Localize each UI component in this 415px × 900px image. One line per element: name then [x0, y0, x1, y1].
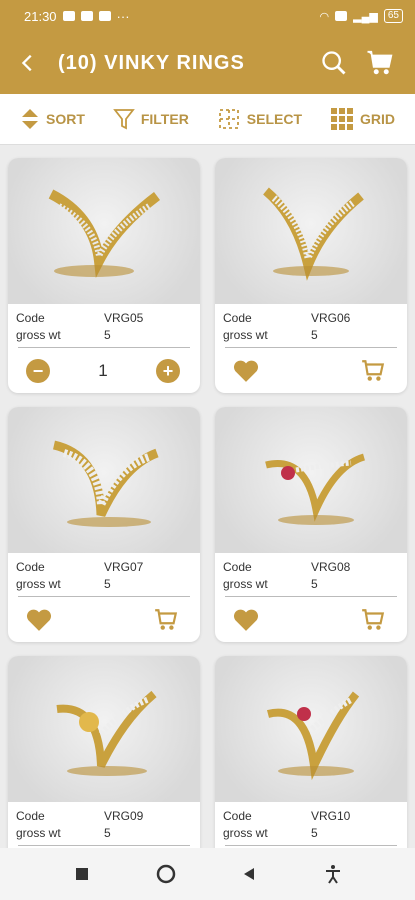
add-to-cart-icon[interactable] — [152, 607, 180, 633]
grid-button[interactable]: GRID — [330, 107, 395, 131]
product-code: VRG10 — [311, 808, 351, 823]
back-icon[interactable] — [234, 859, 264, 889]
home-icon[interactable] — [151, 859, 181, 889]
code-label: Code — [223, 808, 252, 823]
volte-icon — [335, 11, 348, 21]
filter-button[interactable]: FILTER — [113, 107, 189, 131]
more-notifications-icon: ··· — [116, 8, 130, 24]
system-navigation-bar — [0, 848, 415, 900]
product-image[interactable] — [8, 407, 200, 553]
app-icon — [98, 11, 111, 21]
gross-weight-value: 5 — [104, 327, 111, 342]
back-arrow-icon[interactable] — [8, 43, 48, 83]
wishlist-heart-icon[interactable] — [233, 608, 259, 632]
gross-weight-value: 5 — [311, 576, 318, 591]
gross-weight-label: gross wt — [16, 327, 61, 342]
product-code: VRG05 — [104, 310, 144, 325]
increase-quantity-button[interactable]: + — [156, 358, 180, 383]
notification-icon — [62, 11, 75, 21]
product-code: VRG08 — [311, 559, 351, 574]
battery-icon: 65 — [383, 9, 403, 23]
code-label: Code — [223, 310, 252, 325]
grid-label: GRID — [359, 111, 395, 127]
product-code: VRG09 — [104, 808, 144, 823]
product-image[interactable] — [215, 407, 407, 553]
gross-weight-label: gross wt — [223, 576, 268, 591]
status-bar: 21:30 ··· ◠ ▂▄▆ 65 — [0, 0, 415, 32]
product-image[interactable] — [215, 656, 407, 802]
code-label: Code — [223, 559, 252, 574]
product-image[interactable] — [215, 158, 407, 304]
product-grid: Code VRG05 gross wt 5 − 1 + Code VRG06 gros… — [8, 158, 408, 891]
product-card[interactable]: Code VRG05 gross wt 5 − 1 + — [8, 158, 200, 393]
product-code: VRG06 — [311, 310, 351, 325]
gross-weight-label: gross wt — [16, 825, 61, 840]
wishlist-heart-icon[interactable] — [233, 359, 259, 383]
add-to-cart-icon[interactable] — [359, 358, 387, 384]
quantity-value: 1 — [98, 360, 108, 380]
youtube-icon — [80, 11, 93, 21]
product-card[interactable]: Code VRG07 gross wt 5 — [8, 407, 200, 642]
sort-label: SORT — [45, 111, 85, 127]
product-image[interactable] — [8, 656, 200, 802]
gross-weight-value: 5 — [104, 576, 111, 591]
gross-weight-label: gross wt — [223, 327, 268, 342]
product-image[interactable] — [8, 158, 200, 304]
code-label: Code — [16, 310, 45, 325]
accessibility-icon[interactable] — [318, 859, 348, 889]
gross-weight-label: gross wt — [223, 825, 268, 840]
add-to-cart-icon[interactable] — [359, 607, 387, 633]
product-code: VRG07 — [104, 559, 144, 574]
grid-icon — [330, 108, 353, 130]
product-card[interactable]: Code VRG08 gross wt 5 — [215, 407, 407, 642]
divider — [225, 845, 397, 846]
sort-button[interactable]: SORT — [20, 107, 85, 131]
cart-icon[interactable] — [357, 40, 403, 86]
divider — [18, 845, 190, 846]
gross-weight-value: 5 — [311, 327, 318, 342]
select-icon — [218, 109, 239, 129]
code-label: Code — [16, 808, 45, 823]
wishlist-heart-icon[interactable] — [26, 608, 52, 632]
wifi-icon: ◠ — [319, 10, 330, 23]
page-title: (10) VINKY RINGS — [58, 51, 245, 74]
filter-toolbar: SORT FILTER SELECT GRID — [0, 94, 415, 145]
gross-weight-value: 5 — [104, 825, 111, 840]
recent-apps-icon[interactable] — [67, 859, 97, 889]
app-bar: (10) VINKY RINGS — [0, 32, 415, 94]
search-icon[interactable] — [311, 40, 357, 86]
filter-icon — [113, 109, 135, 130]
filter-label: FILTER — [140, 111, 189, 127]
select-button[interactable]: SELECT — [217, 107, 302, 131]
status-time: 21:30 — [24, 8, 57, 24]
gross-weight-label: gross wt — [16, 576, 61, 591]
decrease-quantity-button[interactable]: − — [26, 358, 50, 383]
product-card[interactable]: Code VRG06 gross wt 5 — [215, 158, 407, 393]
code-label: Code — [16, 559, 45, 574]
gross-weight-value: 5 — [311, 825, 318, 840]
signal-icon: ▂▄▆ — [353, 10, 378, 23]
sort-icon — [21, 109, 38, 129]
select-label: SELECT — [246, 111, 303, 127]
